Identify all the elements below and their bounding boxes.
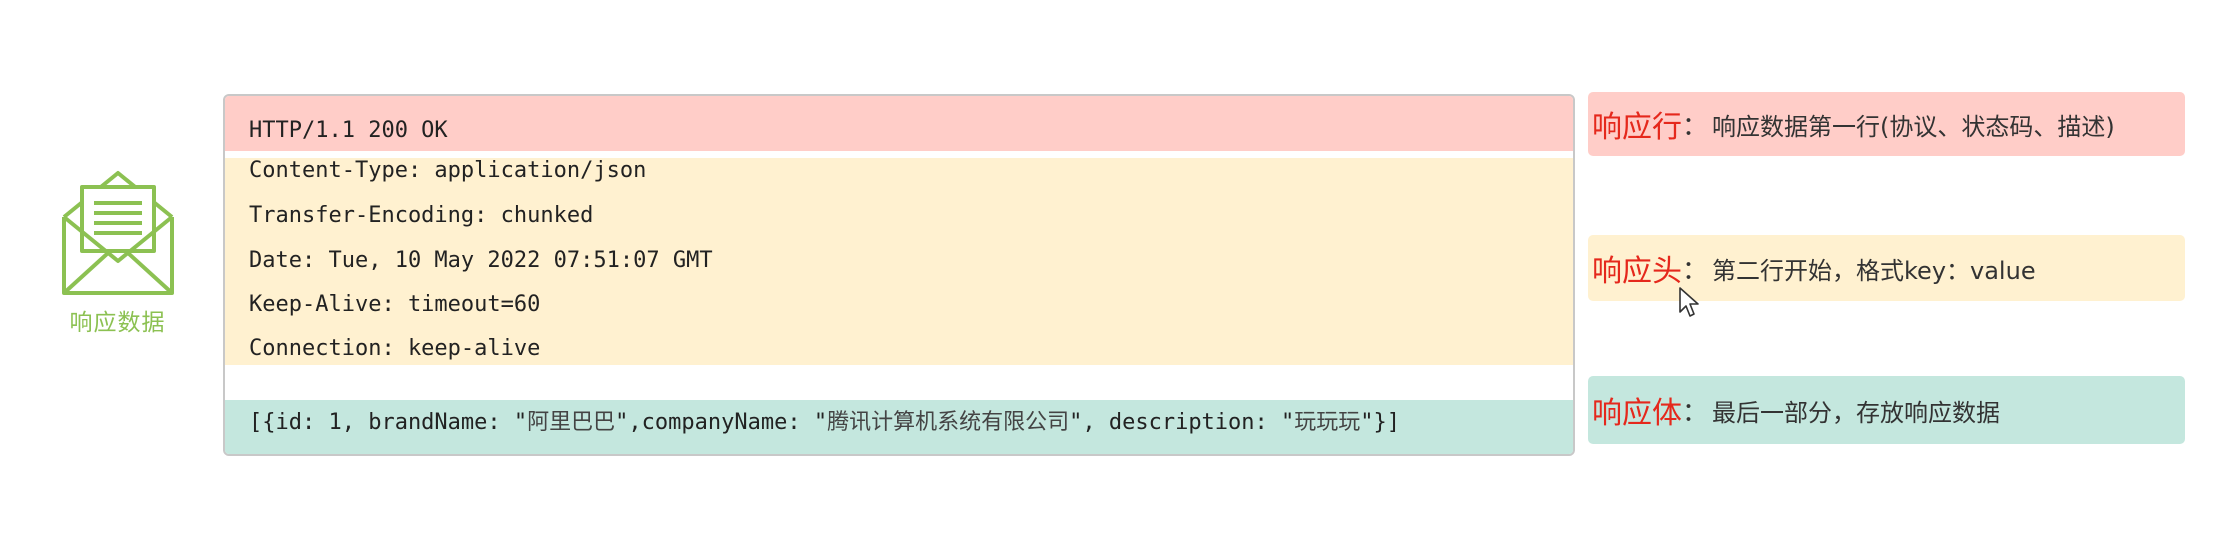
header-line: Date: Tue, 10 May 2022 07:51:07 GMT [249, 248, 713, 273]
body-text: [{id: 1, brandName: " [249, 410, 528, 435]
mouse-pointer-icon [1679, 287, 1699, 317]
annotation-description: 最后一部分，存放响应数据 [1712, 398, 2001, 427]
annotation-colon: ： [1682, 255, 1709, 286]
annotation-colon: ： [1682, 111, 1709, 142]
annotation-title: 响应行 [1592, 110, 1682, 145]
body-text: ",companyName: " [615, 410, 828, 435]
status-line: HTTP/1.1 200 OK [249, 118, 448, 143]
annotation-title: 响应头 [1592, 254, 1682, 289]
header-line: Transfer-Encoding: chunked [249, 203, 594, 228]
annotation-response-line: 响应行：响应数据第一行(协议、状态码、描述) [1588, 92, 2185, 156]
envelope-document-icon [61, 171, 174, 295]
response-data-figure: 响应数据 [50, 165, 185, 337]
body-brand-name: 阿里巴巴 [527, 410, 616, 435]
annotation-colon: ： [1682, 397, 1709, 428]
header-line: Keep-Alive: timeout=60 [249, 292, 541, 317]
annotation-response-body: 响应体：最后一部分，存放响应数据 [1588, 376, 2185, 444]
body-company-name: 腾讯计算机系统有限公司 [827, 410, 1070, 435]
body-text: "}] [1360, 410, 1401, 435]
body-text: ", description: " [1069, 410, 1295, 435]
response-body-json: [{id: 1, brandName: "阿里巴巴",companyName: … [249, 404, 1400, 436]
annotation-description: 响应数据第一行(协议、状态码、描述) [1712, 112, 2115, 141]
header-line: Content-Type: application/json [249, 158, 647, 183]
envelope-label: 响应数据 [69, 310, 166, 336]
header-line: Connection: keep-alive [249, 336, 541, 361]
http-response-panel: HTTP/1.1 200 OK Content-Type: applicatio… [223, 94, 1575, 456]
annotation-description: 第二行开始，格式key：value [1712, 256, 2036, 285]
annotation-title: 响应体 [1592, 396, 1682, 431]
body-description: 玩玩玩 [1294, 410, 1361, 435]
